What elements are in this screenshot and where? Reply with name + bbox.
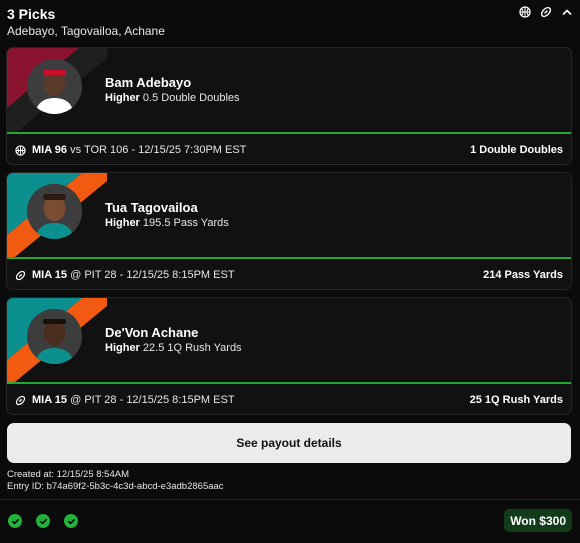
team-score: MIA 15 [32,269,68,281]
check-circle-icon [8,514,22,528]
pick-line: Higher 0.5 Double Doubles [105,92,240,104]
game-matchup: MIA 15 @ PIT 28 - 12/15/25 8:15PM EST [32,269,235,281]
pick-card-adebayo[interactable]: Bam Adebayo Higher 0.5 Double Doubles MI… [6,47,572,165]
check-circle-icon [64,514,78,528]
football-icon [15,395,26,406]
pick-direction: Higher [105,342,140,354]
pick-stat-line: 0.5 Double Doubles [142,92,240,104]
game-info-row: MIA 15 @ PIT 28 - 12/15/25 8:15PM EST 25… [7,384,571,414]
player-name: Bam Adebayo [105,75,192,90]
entry-header: 3 Picks Adebayo, Tagovailoa, Achane [7,5,573,39]
player-name: De'Von Achane [105,325,199,340]
team-score: MIA 15 [32,394,68,406]
game-matchup: MIA 96 vs TOR 106 - 12/15/25 7:30PM EST [32,144,246,156]
entry-meta: Created at: 12/15/25 8:54AM Entry ID: b7… [7,469,224,493]
matchup-details: @ PIT 28 - 12/15/25 8:15PM EST [70,269,235,281]
football-icon [15,270,26,281]
pick-direction: Higher [105,217,140,229]
entry-id: Entry ID: b74a69f2-5b3c-4c3d-abcd-e3adb2… [7,481,224,492]
pick-line: Higher 195.5 Pass Yards [105,217,229,229]
game-matchup: MIA 15 @ PIT 28 - 12/15/25 8:15PM EST [32,394,235,406]
pick-stat-line: 195.5 Pass Yards [142,217,229,229]
pick-card-achane[interactable]: De'Von Achane Higher 22.5 1Q Rush Yards … [6,297,572,415]
team-score: MIA 96 [32,144,68,156]
pick-result-checks [8,514,78,528]
picks-players-subtitle: Adebayo, Tagovailoa, Achane [7,24,165,38]
chevron-up-icon[interactable] [561,6,573,18]
basketball-icon [15,144,26,156]
matchup-details: vs TOR 106 - 12/15/25 7:30PM EST [70,144,247,156]
matchup-details: @ PIT 28 - 12/15/25 8:15PM EST [70,394,235,406]
stat-result: 1 Double Doubles [470,144,563,156]
won-amount-badge: Won $300 [504,509,572,532]
header-icons [519,6,573,18]
created-at: Created at: 12/15/25 8:54AM [7,469,129,480]
football-icon [540,6,552,18]
player-name: Tua Tagovailoa [105,200,198,215]
picks-count-title: 3 Picks [7,6,56,22]
pick-line: Higher 22.5 1Q Rush Yards [105,342,242,354]
stat-result: 214 Pass Yards [483,269,563,281]
game-info-row: MIA 96 vs TOR 106 - 12/15/25 7:30PM EST … [7,134,571,164]
see-payout-details-button[interactable]: See payout details [7,423,571,463]
pick-stat-line: 22.5 1Q Rush Yards [142,342,242,354]
pick-card-tagovailoa[interactable]: Tua Tagovailoa Higher 195.5 Pass Yards M… [6,172,572,290]
player-avatar [27,59,82,114]
game-info-row: MIA 15 @ PIT 28 - 12/15/25 8:15PM EST 21… [7,259,571,289]
pick-direction: Higher [105,92,140,104]
check-circle-icon [36,514,50,528]
basketball-icon [519,6,531,18]
player-avatar [27,309,82,364]
player-avatar [27,184,82,239]
stat-result: 25 1Q Rush Yards [469,394,563,406]
footer-divider [0,499,580,500]
